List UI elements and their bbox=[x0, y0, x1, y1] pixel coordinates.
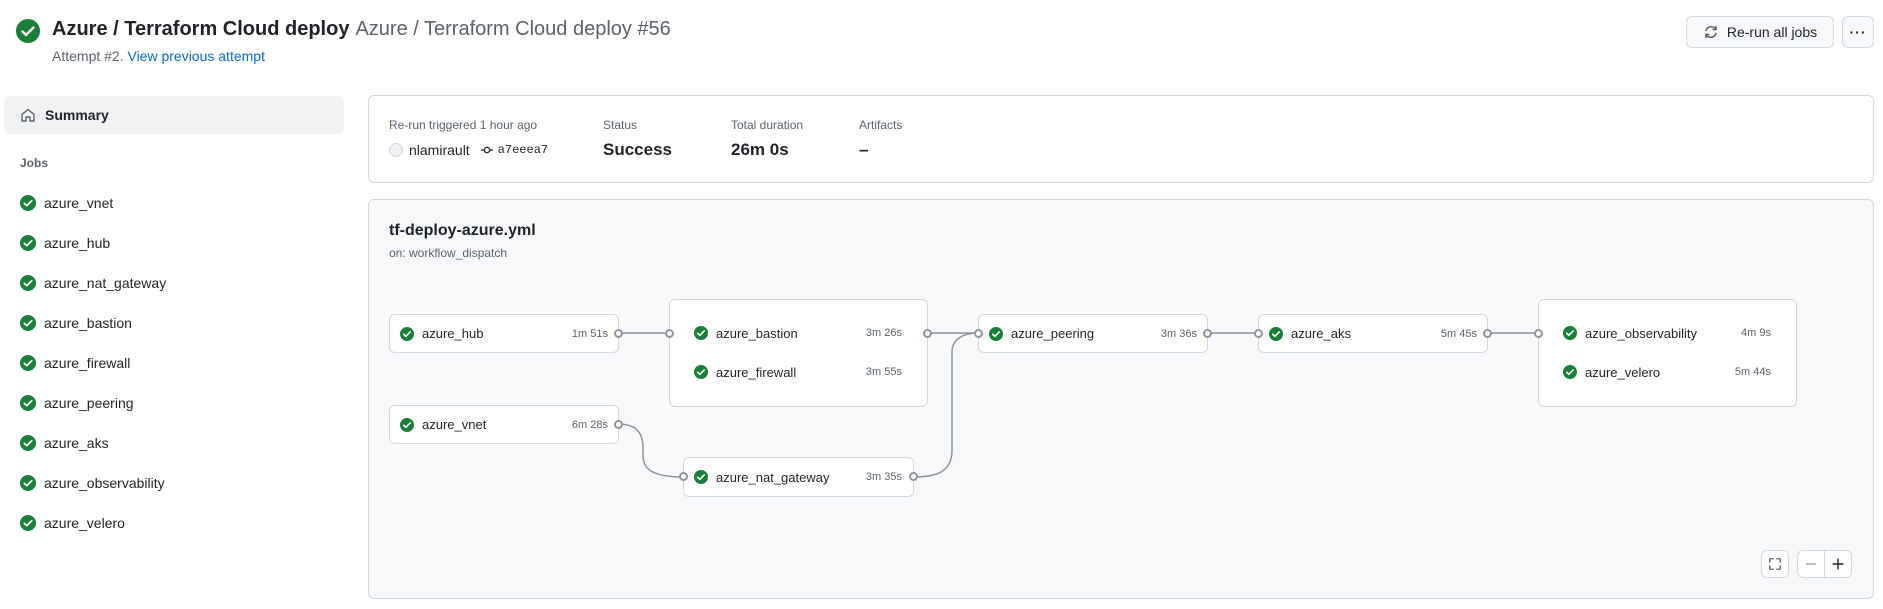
graph-job-azure-velero[interactable]: azure_velero 5m 44s bbox=[1563, 362, 1771, 382]
graph-group-bastion-firewall bbox=[669, 299, 928, 407]
job-name: azure_nat_gateway bbox=[716, 469, 830, 485]
check-circle-icon bbox=[694, 470, 708, 484]
graph-group-observability-velero bbox=[1538, 299, 1797, 407]
check-circle-icon bbox=[1563, 365, 1577, 379]
check-circle-icon bbox=[694, 326, 708, 340]
graph-job-azure-bastion[interactable]: azure_bastion 3m 26s bbox=[694, 323, 902, 343]
connector-dot bbox=[909, 472, 918, 481]
fullscreen-button[interactable] bbox=[1761, 550, 1789, 578]
check-circle-icon bbox=[1269, 326, 1283, 341]
check-circle-icon bbox=[1563, 326, 1577, 340]
job-duration: 6m 28s bbox=[571, 418, 608, 431]
connector-dot bbox=[679, 472, 688, 481]
check-circle-icon bbox=[694, 365, 708, 379]
job-duration: 3m 36s bbox=[1160, 327, 1197, 340]
job-name: azure_aks bbox=[1291, 326, 1351, 341]
graph-job-azure-peering[interactable]: azure_peering 3m 36s bbox=[989, 314, 1197, 353]
job-duration: 5m 45s bbox=[1440, 327, 1477, 340]
job-name: azure_vnet bbox=[422, 417, 487, 432]
job-name: azure_velero bbox=[1585, 364, 1661, 380]
job-duration: 1m 51s bbox=[571, 327, 608, 340]
job-duration: 5m 44s bbox=[1734, 366, 1771, 378]
connector-dot bbox=[1534, 329, 1543, 338]
graph-job-azure-aks[interactable]: azure_aks 5m 45s bbox=[1269, 314, 1477, 353]
check-circle-icon bbox=[989, 326, 1003, 341]
edge-vnet-nat bbox=[617, 423, 685, 478]
plus-icon bbox=[1832, 558, 1844, 570]
graph-job-azure-vnet[interactable]: azure_vnet 6m 28s bbox=[400, 405, 608, 444]
job-duration: 3m 55s bbox=[865, 366, 902, 378]
connector-dot bbox=[974, 329, 983, 338]
connector-dot bbox=[665, 329, 674, 338]
job-name: azure_peering bbox=[1011, 326, 1095, 341]
graph-job-azure-firewall[interactable]: azure_firewall 3m 55s bbox=[694, 362, 902, 382]
job-name: azure_observability bbox=[1585, 325, 1698, 341]
graph-job-azure-nat-gateway[interactable]: azure_nat_gateway 3m 35s bbox=[694, 457, 902, 497]
job-name: azure_bastion bbox=[716, 325, 798, 341]
job-duration: 3m 35s bbox=[865, 471, 902, 483]
connector-dot bbox=[1483, 329, 1492, 338]
connector-dot bbox=[1203, 329, 1212, 338]
screen-full-icon bbox=[1769, 558, 1781, 570]
job-name: azure_hub bbox=[422, 326, 484, 341]
connector-dot bbox=[1254, 329, 1263, 338]
graph-job-azure-hub[interactable]: azure_hub 1m 51s bbox=[400, 314, 608, 353]
job-name: azure_firewall bbox=[716, 364, 797, 380]
connector-dot bbox=[614, 420, 623, 429]
job-duration: 4m 9s bbox=[1741, 327, 1771, 339]
check-circle-icon bbox=[400, 417, 414, 432]
zoom-out-button[interactable] bbox=[1797, 550, 1825, 578]
connector-dot bbox=[923, 329, 932, 338]
job-duration: 3m 26s bbox=[865, 327, 902, 339]
dash-icon bbox=[1805, 563, 1817, 565]
check-circle-icon bbox=[400, 326, 414, 341]
zoom-in-button[interactable] bbox=[1824, 550, 1852, 578]
connector-dot bbox=[614, 329, 623, 338]
graph-job-azure-observability[interactable]: azure_observability 4m 9s bbox=[1563, 323, 1771, 343]
